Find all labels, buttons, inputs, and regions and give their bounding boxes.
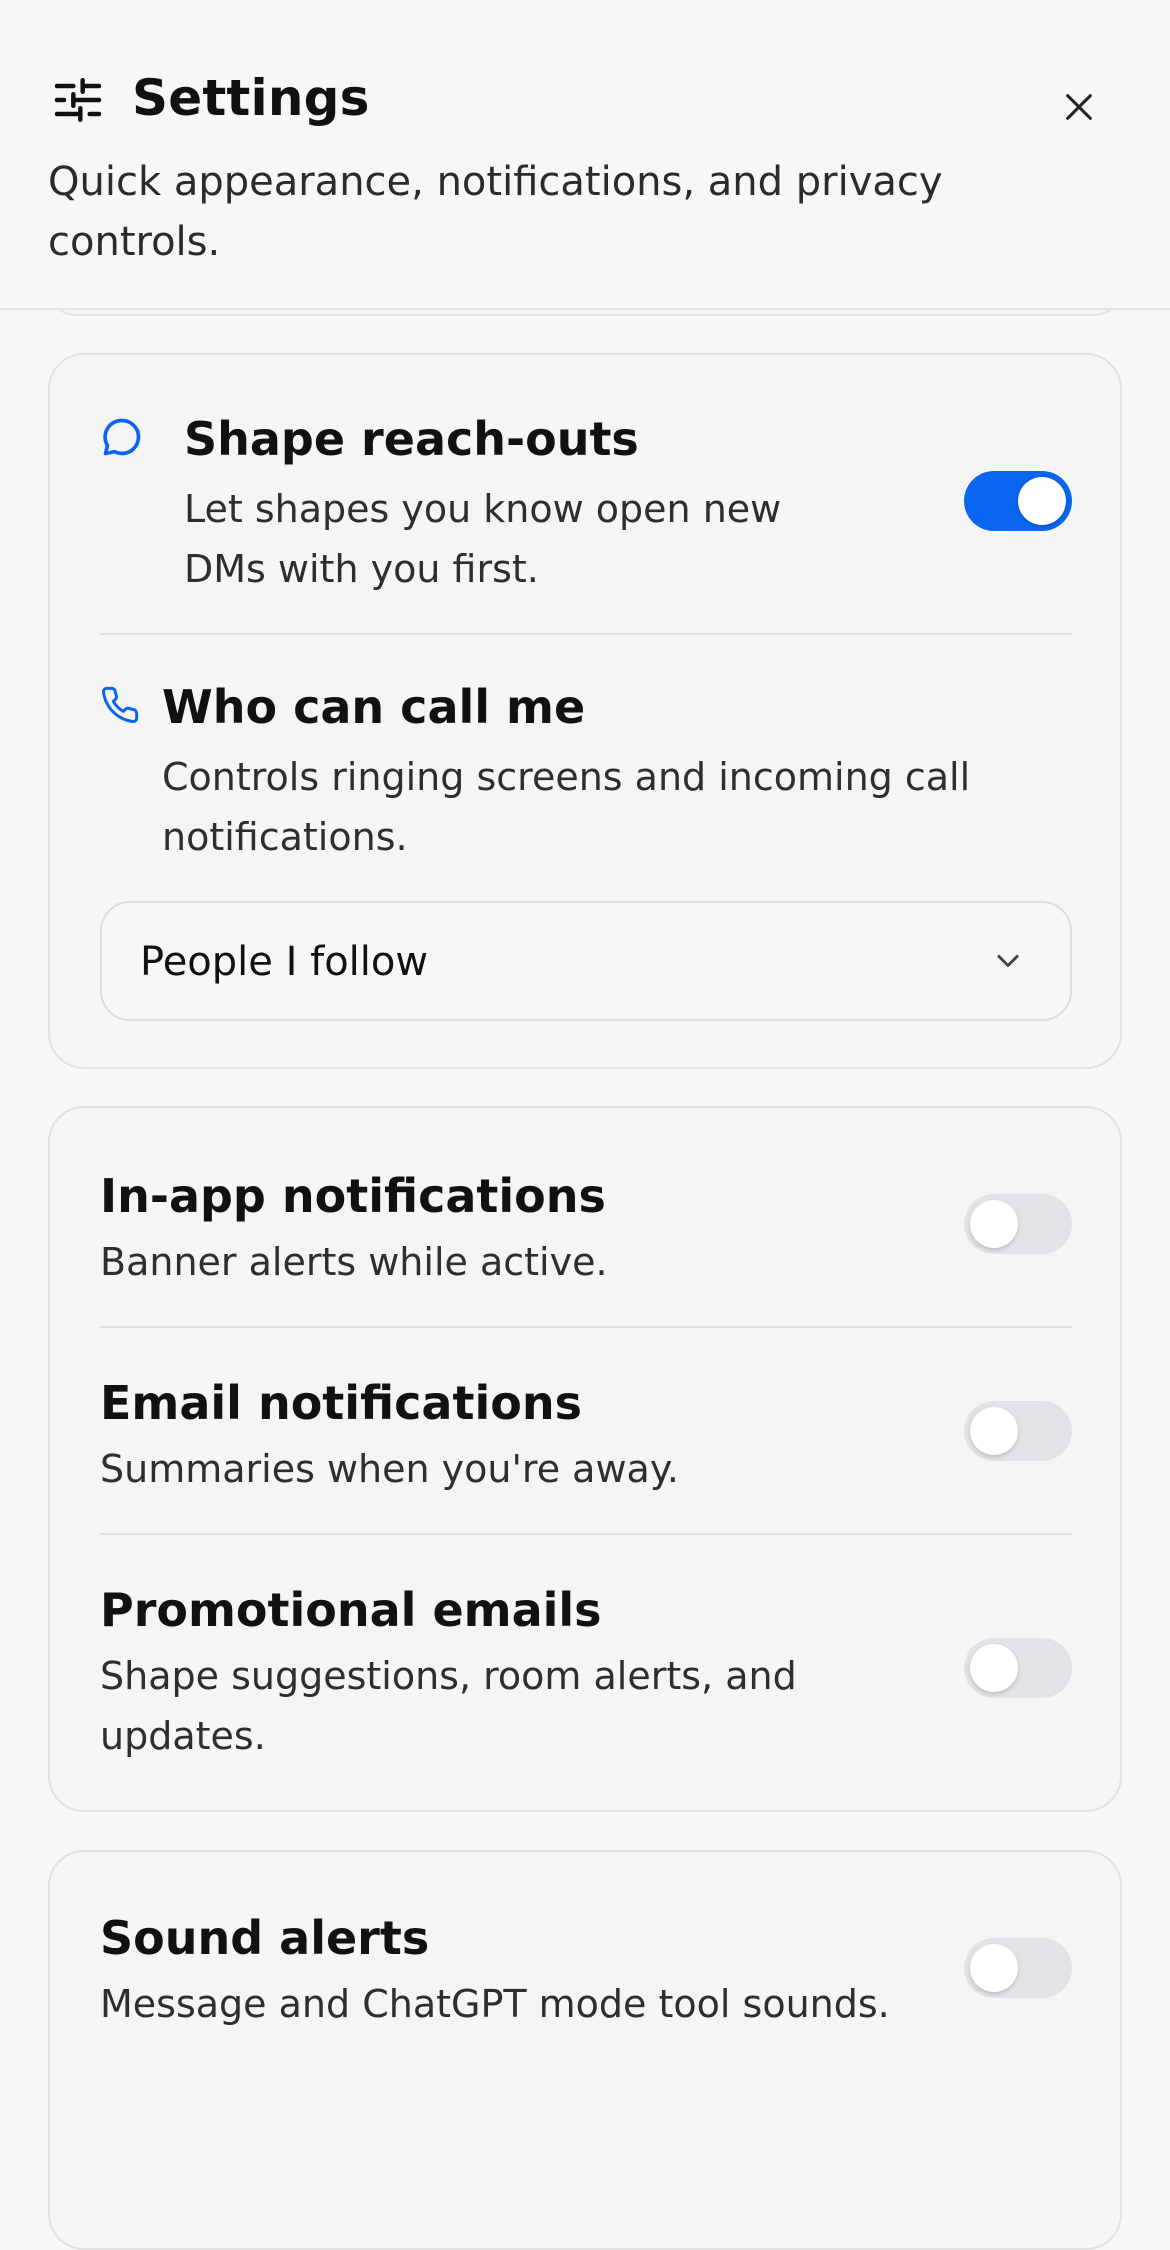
privacy-card: Shape reach-outs Let shapes you know ope… [48,353,1122,1069]
page-title: Settings [132,69,370,127]
settings-header: Settings Quick appearance, notifications… [0,0,1170,310]
divider [100,1533,1072,1535]
email-notifications-toggle[interactable] [964,1401,1072,1461]
toggle-knob [970,1407,1018,1455]
toggle-knob [970,1200,1018,1248]
in-app-notifications-toggle[interactable] [964,1194,1072,1254]
toggle-knob [970,1644,1018,1692]
close-button[interactable] [1052,82,1106,136]
toggle-knob [970,1944,1018,1992]
toggle-knob [1018,477,1066,525]
sliders-icon [50,72,106,128]
reach-outs-toggle[interactable] [964,471,1072,531]
page-subtitle: Quick appearance, notifications, and pri… [48,159,943,265]
reach-outs-description: Let shapes you know open new DMs with yo… [184,487,782,591]
sound-alerts-description: Message and ChatGPT mode tool sounds. [100,1982,890,2026]
promotional-emails-toggle[interactable] [964,1638,1072,1698]
close-icon [1062,90,1096,128]
sound-alerts-toggle[interactable] [964,1938,1072,1998]
sound-alerts-title: Sound alerts [100,1911,430,1965]
divider [100,1326,1072,1328]
calls-description: Controls ringing screens and incoming ca… [162,755,971,859]
select-value: People I follow [140,939,429,985]
sound-card: Sound alerts Message and ChatGPT mode to… [48,1850,1122,2250]
chevron-down-icon [990,943,1026,979]
divider [100,633,1072,635]
notifications-card: In-app notifications Banner alerts while… [48,1106,1122,1812]
in-app-notifications-title: In-app notifications [100,1169,606,1223]
chat-bubble-icon [100,415,144,459]
email-notifications-title: Email notifications [100,1376,582,1430]
who-can-call-select[interactable]: People I follow [100,901,1072,1021]
email-notifications-description: Summaries when you're away. [100,1447,679,1491]
in-app-notifications-description: Banner alerts while active. [100,1240,608,1284]
calls-title: Who can call me [162,680,586,734]
reach-outs-title: Shape reach-outs [184,412,639,466]
promotional-emails-description: Shape suggestions, room alerts, and upda… [100,1654,797,1758]
promotional-emails-title: Promotional emails [100,1583,602,1637]
phone-icon [100,685,140,725]
